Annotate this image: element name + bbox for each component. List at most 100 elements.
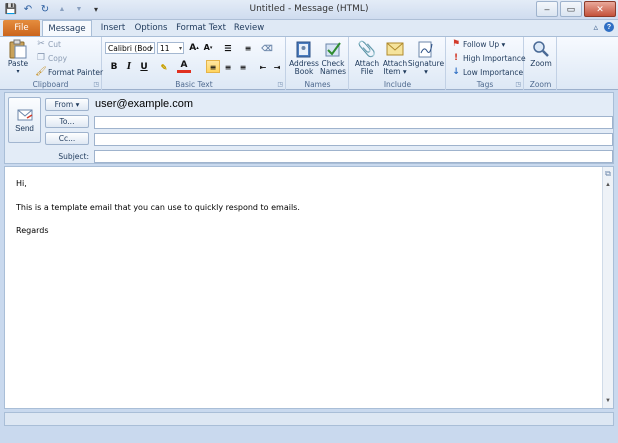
bold-button[interactable]: B <box>107 60 121 73</box>
window-bottom-border <box>0 428 618 443</box>
align-left-icon[interactable]: ≡ <box>206 60 220 73</box>
follow-up-button[interactable]: ⚑ Follow Up ▾ <box>451 39 505 49</box>
message-body[interactable]: Hi, This is a template email that you ca… <box>4 166 614 409</box>
collapse-ribbon-icon[interactable]: ▵ <box>593 22 598 33</box>
chevron-down-icon: ▾ <box>178 45 182 52</box>
cut-button[interactable]: ✂ Cut <box>36 39 61 49</box>
highlight-icon[interactable]: ✎ <box>157 60 171 73</box>
tab-options[interactable]: Options <box>133 20 169 37</box>
copy-button[interactable]: ❐ Copy <box>36 53 67 63</box>
ruler-toggle-icon[interactable]: ⧉ <box>604 170 612 178</box>
chevron-down-icon: ▾ <box>149 45 153 52</box>
cc-field[interactable] <box>94 133 613 146</box>
help-icon[interactable]: ? <box>604 22 614 32</box>
tab-format-text[interactable]: Format Text <box>176 20 226 37</box>
numbering-icon[interactable]: ≡ <box>241 41 255 54</box>
exclamation-icon: ! <box>453 53 459 63</box>
align-center-icon[interactable]: ≡ <box>221 60 235 73</box>
paste-button[interactable]: Paste ▾ <box>5 39 31 76</box>
people-pane-bar <box>4 412 614 426</box>
paste-dropdown-icon: ▾ <box>16 68 20 75</box>
zoom-label: Zoom <box>530 59 552 68</box>
clipboard-group: Paste ▾ ✂ Cut ❐ Copy 🖌 Format Painter Cl… <box>0 37 103 90</box>
send-button[interactable]: Send <box>8 97 41 143</box>
scroll-up-icon[interactable]: ▲ <box>604 181 612 189</box>
italic-button[interactable]: I <box>122 60 136 73</box>
to-button[interactable]: To... <box>45 115 89 128</box>
high-importance-label: High Importance <box>463 53 526 63</box>
to-field[interactable] <box>94 116 613 129</box>
close-button[interactable]: ✕ <box>584 1 616 17</box>
attach-item-label-2: Item ▾ <box>383 67 407 76</box>
clipboard-launcher-icon[interactable]: ◳ <box>93 81 99 88</box>
font-name-combo[interactable]: Calibri (Bod ▾ <box>105 42 155 54</box>
attach-item-button[interactable]: Attach Item ▾ <box>381 39 409 76</box>
vertical-scrollbar[interactable]: ⧉ ▲ ▼ <box>602 167 613 408</box>
bullets-icon[interactable]: ☰ <box>221 41 235 54</box>
scroll-down-icon[interactable]: ▼ <box>604 397 612 405</box>
scissors-icon: ✂ <box>37 39 45 49</box>
ribbon-tabs: File Message Insert Options Format Text … <box>0 20 618 37</box>
minimize-button[interactable]: – <box>536 1 558 17</box>
cut-label: Cut <box>48 39 61 49</box>
check-names-icon <box>323 39 343 59</box>
check-names-button[interactable]: Check Names <box>319 39 347 76</box>
send-icon <box>17 108 33 124</box>
zoom-button[interactable]: Zoom <box>527 39 555 68</box>
decrease-indent-icon[interactable]: ⇤ <box>256 60 270 73</box>
attach-file-label-2: File <box>360 67 374 76</box>
tags-group: ⚑ Follow Up ▾ ! High Importance ↓ Low Im… <box>447 37 526 90</box>
address-book-icon <box>294 39 314 59</box>
low-importance-label: Low Importance <box>463 67 524 77</box>
copy-label: Copy <box>48 53 68 63</box>
paste-label: Paste <box>7 59 29 68</box>
include-group-label: Include <box>383 80 412 89</box>
tab-file[interactable]: File <box>3 20 40 37</box>
body-text[interactable]: Hi, This is a template email that you ca… <box>16 178 300 249</box>
font-size-combo[interactable]: 11 ▾ <box>157 42 184 54</box>
format-painter-button[interactable]: 🖌 Format Painter <box>35 67 103 77</box>
body-line-greeting: Hi, <box>16 179 27 188</box>
check-names-label-2: Names <box>319 67 347 76</box>
shrink-font-icon[interactable]: A ▾ <box>201 41 215 54</box>
address-book-button[interactable]: Address Book <box>289 39 319 76</box>
zoom-group-label: Zoom <box>529 80 552 89</box>
names-group-label: Names <box>304 80 331 89</box>
increase-indent-icon[interactable]: ⇥ <box>270 60 284 73</box>
tags-launcher-icon[interactable]: ◳ <box>515 81 521 88</box>
clear-formatting-icon[interactable]: ⌫ <box>260 41 274 54</box>
body-line-content: This is a template email that you can us… <box>16 202 300 212</box>
include-group: 📎 Attach File Attach Item ▾ Signature ▾ … <box>350 37 446 90</box>
font-name-value: Calibri (Bod <box>108 44 152 53</box>
paperclip-icon: 📎 <box>357 40 377 58</box>
paste-icon <box>8 39 28 59</box>
maximize-button[interactable]: ▭ <box>560 1 582 17</box>
send-label: Send <box>15 123 34 133</box>
tab-message[interactable]: Message <box>42 20 92 37</box>
align-right-icon[interactable]: ≡ <box>236 60 250 73</box>
basic-text-launcher-icon[interactable]: ◳ <box>277 81 283 88</box>
basic-text-group-label: Basic Text <box>175 80 213 89</box>
ribbon: Paste ▾ ✂ Cut ❐ Copy 🖌 Format Painter Cl… <box>0 36 618 90</box>
from-button[interactable]: From ▾ <box>45 98 89 111</box>
font-color-icon[interactable]: A <box>177 60 191 73</box>
grow-font-icon[interactable]: A ▴ <box>187 41 201 54</box>
tags-group-label: Tags <box>476 80 494 89</box>
attach-file-button[interactable]: 📎 Attach File <box>353 39 381 76</box>
low-importance-button[interactable]: ↓ Low Importance <box>451 67 523 77</box>
signature-button[interactable]: Signature ▾ <box>408 39 444 76</box>
follow-up-label: Follow Up ▾ <box>463 39 506 49</box>
tab-insert[interactable]: Insert <box>97 20 129 37</box>
title-bar: 💾 ↶ ↻ ▲ ▼ ▾ Untitled - Message (HTML) – … <box>0 0 618 20</box>
subject-field[interactable] <box>94 150 613 163</box>
from-value: user@example.com <box>95 98 193 110</box>
underline-button[interactable]: U <box>137 60 151 73</box>
tab-review[interactable]: Review <box>232 20 266 37</box>
cc-button[interactable]: Cc... <box>45 132 89 145</box>
paintbrush-icon: 🖌 <box>35 67 47 77</box>
down-arrow-icon: ↓ <box>452 67 460 77</box>
high-importance-button[interactable]: ! High Importance <box>451 53 526 63</box>
copy-icon: ❐ <box>36 53 46 63</box>
flag-icon: ⚑ <box>451 39 461 49</box>
basic-text-group: Calibri (Bod ▾ 11 ▾ A ▴ A ▾ ☰ ≡ ⌫ B I U ✎ … <box>103 37 286 90</box>
